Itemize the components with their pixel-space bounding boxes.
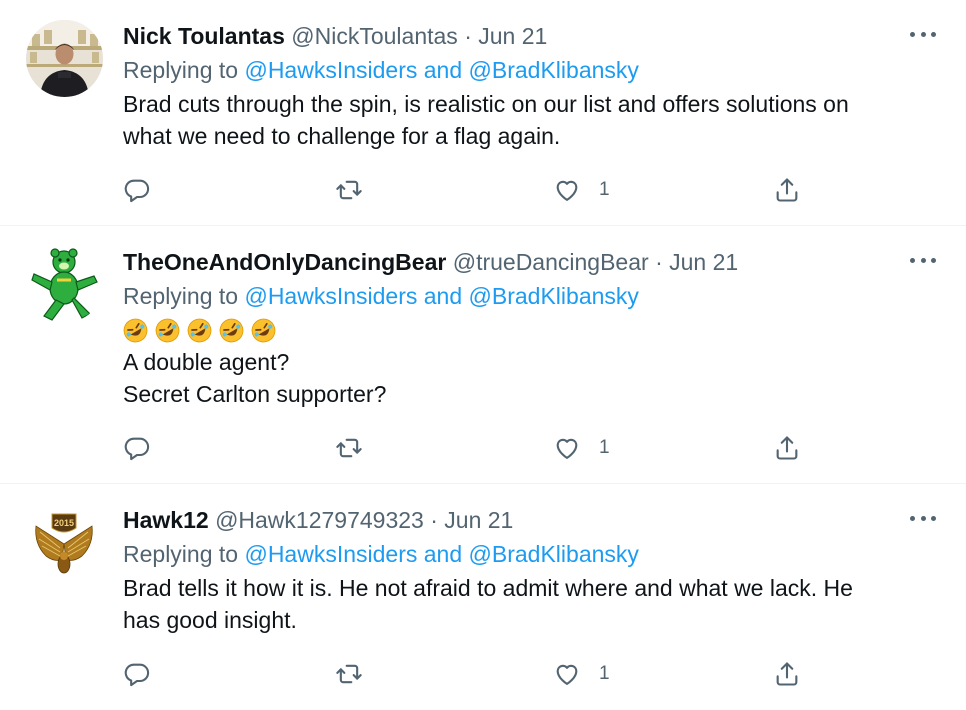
rolling-on-floor-laughing-emoji	[123, 318, 148, 342]
share-button[interactable]	[773, 659, 801, 689]
user-handle[interactable]: @Hawk1279749323	[215, 507, 424, 533]
tweet-header: Nick Toulantas @NickToulantas · Jun 21	[123, 22, 926, 50]
tweet-text-line: what we need to challenge for a flag aga…	[123, 123, 561, 149]
tweet-content: Nick Toulantas @NickToulantas · Jun 21 R…	[123, 22, 926, 152]
reply-button[interactable]	[123, 175, 151, 205]
share-icon	[776, 436, 798, 460]
separator-dot: ·	[464, 23, 472, 49]
tweet-3[interactable]: 2015 Hawk12 @Hawk1279749323 · Jun 21 Rep…	[0, 484, 966, 710]
rolling-on-floor-laughing-emoji	[187, 318, 212, 342]
heart-icon	[556, 438, 578, 459]
tweet-text-line: Brad tells it how it is. He not afraid t…	[123, 575, 853, 601]
heart-icon	[556, 664, 578, 685]
reply-icon	[124, 437, 150, 461]
rolling-on-floor-laughing-emoji	[219, 318, 244, 342]
tweet-text: Brad cuts through the spin, is realistic…	[123, 88, 926, 152]
separator-dot: ·	[430, 507, 438, 533]
like-count: 1	[599, 663, 610, 684]
retweet-icon	[336, 180, 362, 200]
replying-to: Replying to @HawksInsiders and @BradKlib…	[123, 282, 926, 310]
share-icon	[776, 178, 798, 202]
tweet-text: Brad tells it how it is. He not afraid t…	[123, 572, 926, 636]
mention-hawksinsiders[interactable]: @HawksInsiders	[244, 541, 417, 567]
tweet-text-line: A double agent?	[123, 349, 290, 375]
tweet-actions: 1	[123, 659, 823, 689]
mention-and[interactable]: and	[424, 541, 462, 567]
retweet-button[interactable]	[335, 175, 363, 205]
mention-bradklibansky[interactable]: @BradKlibansky	[469, 541, 639, 567]
like-button[interactable]: 1	[553, 433, 610, 463]
avatar-nick-toulantas[interactable]	[26, 20, 103, 97]
avatar-hawk12[interactable]: 2015	[26, 504, 103, 581]
retweet-button[interactable]	[335, 433, 363, 463]
like-count: 1	[599, 437, 610, 458]
reply-button[interactable]	[123, 659, 151, 689]
user-handle[interactable]: @NickToulantas	[291, 23, 458, 49]
reply-icon	[124, 663, 150, 687]
mention-bradklibansky[interactable]: @BradKlibansky	[469, 57, 639, 83]
retweet-icon	[336, 438, 362, 458]
like-count: 1	[599, 179, 610, 200]
replying-to: Replying to @HawksInsiders and @BradKlib…	[123, 540, 926, 568]
display-name[interactable]: Hawk12	[123, 507, 209, 533]
mention-and[interactable]: and	[424, 283, 462, 309]
tweet-actions: 1	[123, 175, 823, 205]
mention-and[interactable]: and	[424, 57, 462, 83]
more-icon[interactable]	[910, 256, 936, 264]
share-icon	[776, 662, 798, 686]
retweet-button[interactable]	[335, 659, 363, 689]
avatar-dancing-bear[interactable]	[26, 246, 103, 323]
mention-hawksinsiders[interactable]: @HawksInsiders	[244, 57, 417, 83]
tweet-actions: 1	[123, 433, 823, 463]
reply-button[interactable]	[123, 433, 151, 463]
rolling-on-floor-laughing-emoji	[155, 318, 180, 342]
display-name[interactable]: TheOneAndOnlyDancingBear	[123, 249, 446, 275]
separator-dot: ·	[655, 249, 663, 275]
tweet-text-line: Secret Carlton supporter?	[123, 381, 387, 407]
tweet-text-line: has good insight.	[123, 607, 297, 633]
like-button[interactable]: 1	[553, 175, 610, 205]
dancing-bear-image	[26, 246, 103, 323]
replying-to-label: Replying to	[123, 283, 239, 309]
tweet-text-line: Brad cuts through the spin, is realistic…	[123, 91, 849, 117]
tweet-2[interactable]: TheOneAndOnlyDancingBear @trueDancingBea…	[0, 226, 966, 484]
tweet-date[interactable]: Jun 21	[669, 249, 738, 275]
tweet-content: TheOneAndOnlyDancingBear @trueDancingBea…	[123, 248, 926, 410]
tweet-date[interactable]: Jun 21	[444, 507, 513, 533]
display-name[interactable]: Nick Toulantas	[123, 23, 285, 49]
more-icon[interactable]	[910, 514, 936, 522]
retweet-icon	[336, 664, 362, 684]
avatar-year-label: 2015	[54, 518, 74, 528]
mention-bradklibansky[interactable]: @BradKlibansky	[469, 283, 639, 309]
mention-hawksinsiders[interactable]: @HawksInsiders	[244, 283, 417, 309]
more-icon[interactable]	[910, 30, 936, 38]
like-button[interactable]: 1	[553, 659, 610, 689]
emoji-row	[123, 314, 926, 346]
share-button[interactable]	[773, 175, 801, 205]
share-button[interactable]	[773, 433, 801, 463]
replying-to-label: Replying to	[123, 541, 239, 567]
replying-to: Replying to @HawksInsiders and @BradKlib…	[123, 56, 926, 84]
reply-icon	[124, 179, 150, 203]
hawks-2015-logo: 2015	[26, 504, 103, 581]
user-handle[interactable]: @trueDancingBear	[453, 249, 649, 275]
tweet-date[interactable]: Jun 21	[478, 23, 547, 49]
tweet-1[interactable]: Nick Toulantas @NickToulantas · Jun 21 R…	[0, 0, 966, 226]
avatar-photo	[26, 20, 103, 97]
tweet-header: TheOneAndOnlyDancingBear @trueDancingBea…	[123, 248, 926, 276]
tweet-text: A double agent? Secret Carlton supporter…	[123, 314, 926, 410]
tweet-content: Hawk12 @Hawk1279749323 · Jun 21 Replying…	[123, 506, 926, 636]
replying-to-label: Replying to	[123, 57, 239, 83]
tweet-header: Hawk12 @Hawk1279749323 · Jun 21	[123, 506, 926, 534]
rolling-on-floor-laughing-emoji	[251, 318, 276, 342]
heart-icon	[556, 180, 578, 201]
